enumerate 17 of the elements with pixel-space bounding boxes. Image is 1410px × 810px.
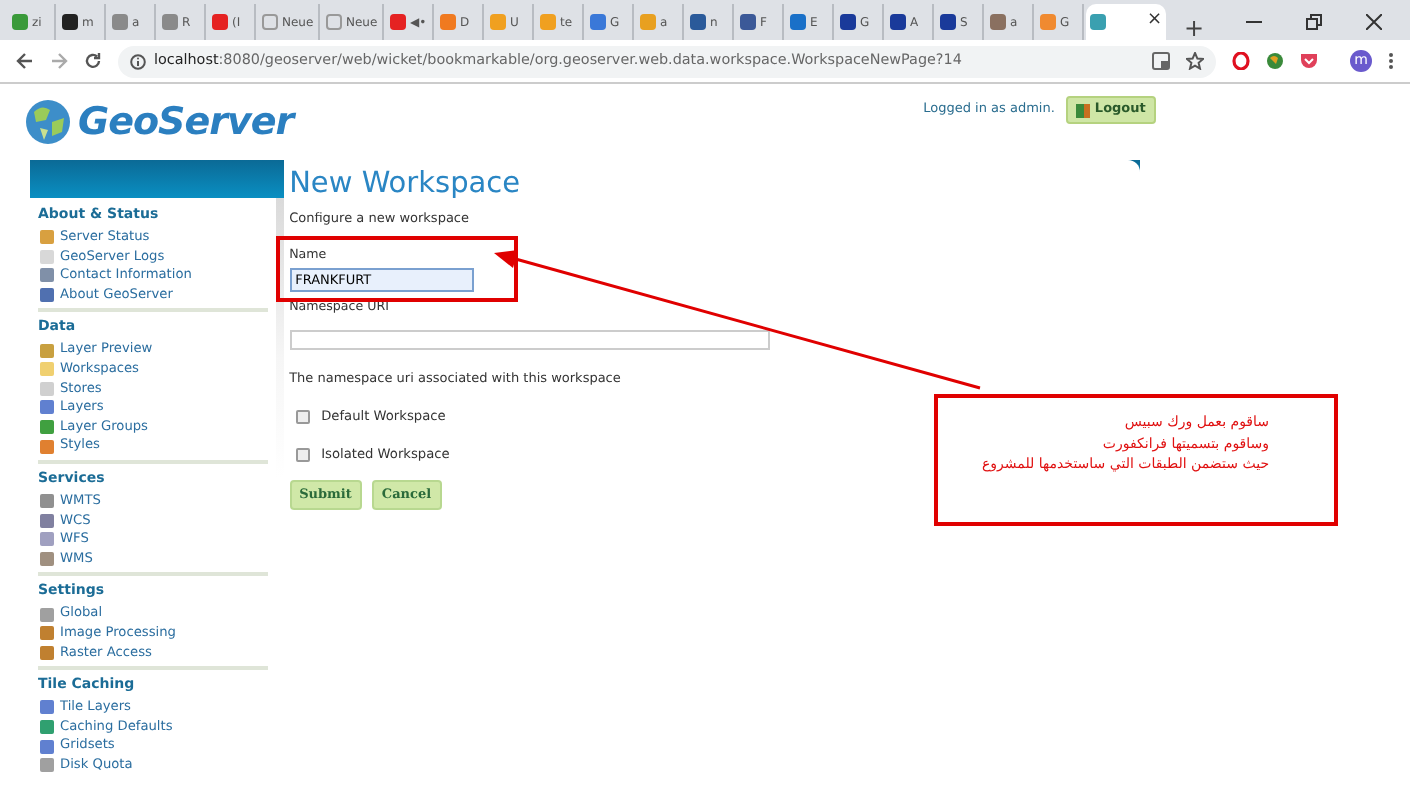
restore-icon[interactable] [1306, 14, 1322, 30]
globe-logo-icon [24, 98, 72, 146]
menu-icon[interactable] [1388, 52, 1394, 70]
reload-icon[interactable] [84, 52, 102, 70]
tab-close-button[interactable]: × [1146, 8, 1162, 36]
globe-icon[interactable] [1266, 52, 1285, 70]
back-icon[interactable] [16, 52, 34, 70]
namespace-uri-field[interactable] [289, 330, 770, 351]
page-title: New Workspace [289, 168, 523, 203]
checkbox[interactable] [295, 410, 310, 425]
info-icon [130, 53, 146, 69]
star-icon[interactable] [1186, 52, 1205, 70]
browser-tab[interactable]: × [1086, 4, 1166, 40]
checkbox[interactable] [295, 448, 310, 463]
close-icon[interactable] [1366, 14, 1382, 30]
logo-text: GeoServer [78, 97, 294, 148]
new-tab-button[interactable]: + [1184, 16, 1205, 40]
